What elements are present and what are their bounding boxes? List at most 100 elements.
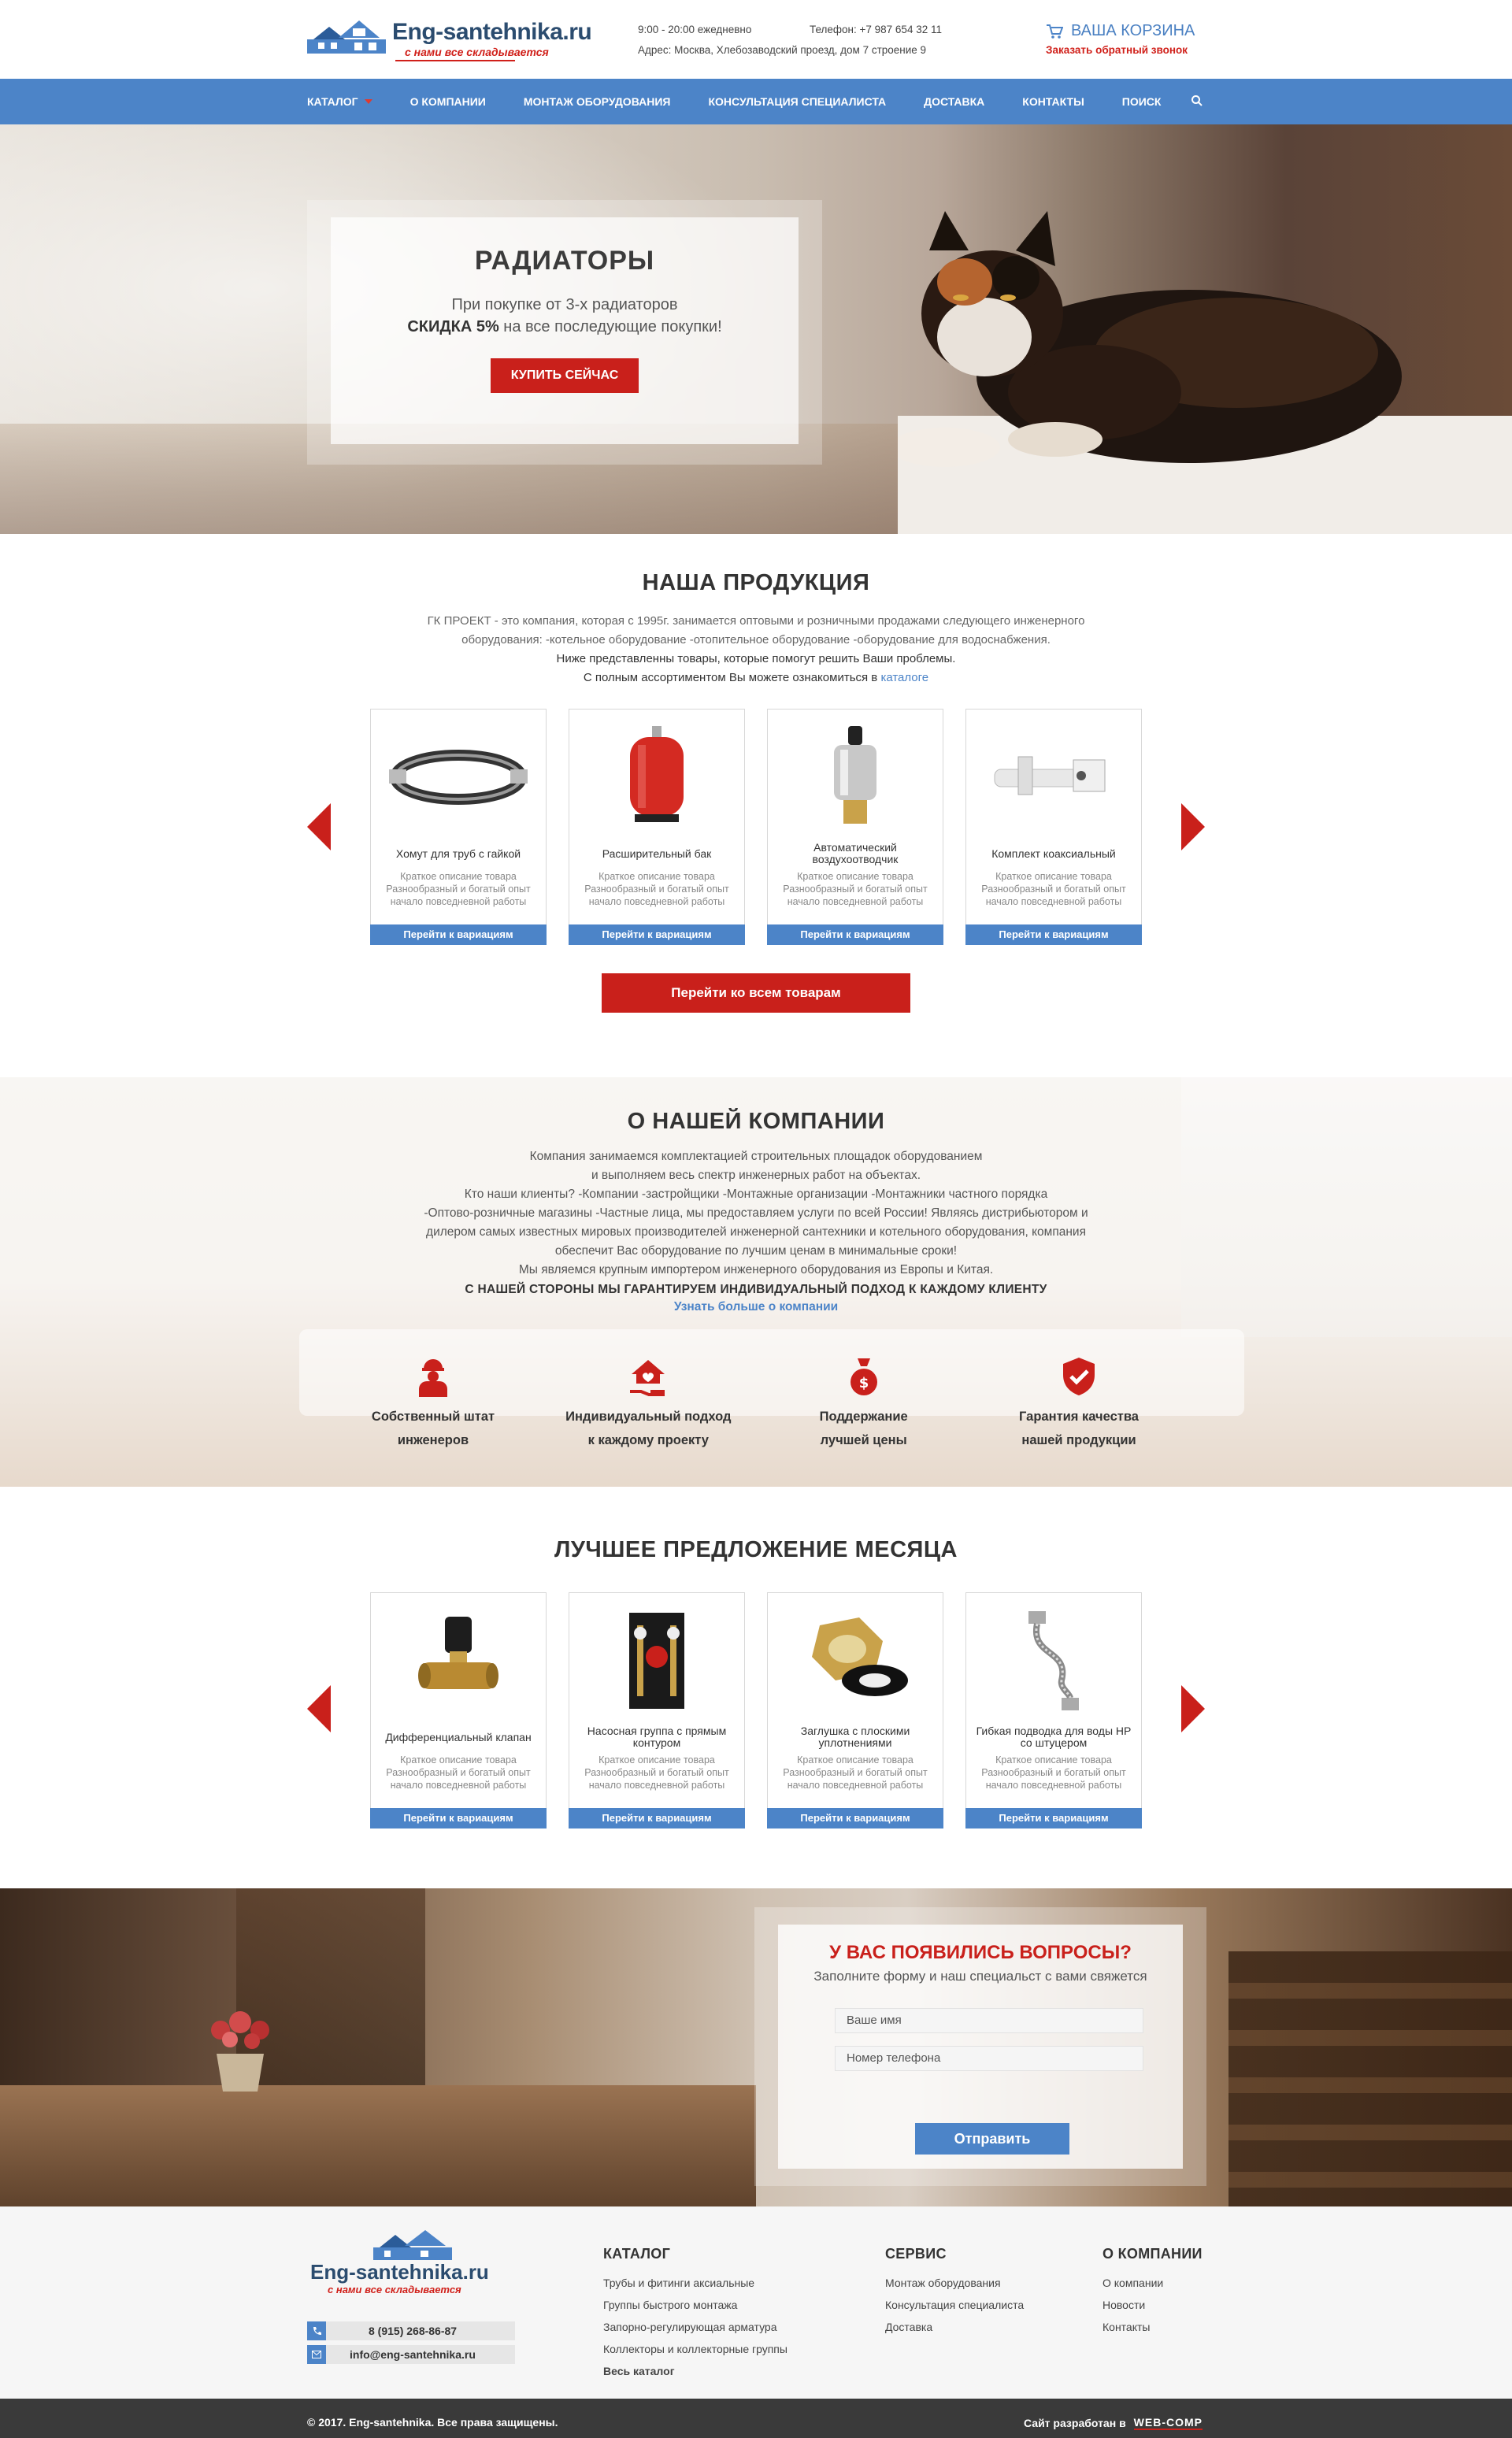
nav-item-installation[interactable]: МОНТАЖ ОБОРУДОВАНИЯ [524,95,671,108]
search-icon[interactable] [1191,94,1203,107]
product-variations-button[interactable]: Перейти к вариациям [767,1808,943,1828]
product-card[interactable]: Гибкая подводка для воды НР со штуцером … [965,1592,1142,1828]
product-variations-button[interactable]: Перейти к вариациям [569,924,745,945]
best-next-arrow[interactable] [1181,1685,1205,1732]
footer-company-link[interactable]: Контакты [1102,2316,1203,2338]
feature-price: $ Поддержание лучшей цены [769,1353,958,1452]
product-card[interactable]: Заглушка с плоскими уплотнениями Краткое… [767,1592,943,1828]
hero-promo-box: РАДИАТОРЫ При покупке от 3-х радиаторов … [307,200,822,465]
footer-service-link[interactable]: Монтаж оборудования [885,2272,1024,2294]
callback-link[interactable]: Заказать обратный звонок [1046,44,1188,56]
about-title: О НАШЕЙ КОМПАНИИ [627,1109,885,1134]
feature-quality: Гарантия качества нашей продукции [984,1353,1173,1452]
question-form-box: У ВАС ПОЯВИЛИСЬ ВОПРОСЫ? Заполните форму… [754,1907,1206,2186]
svg-text:$: $ [858,1375,869,1391]
header-address: Адрес: Москва, Хлебозаводский проезд, до… [638,44,927,56]
header-phone[interactable]: Телефон: +7 987 654 32 11 [810,24,942,35]
product-variations-button[interactable]: Перейти к вариациям [569,1808,745,1828]
product-desc: Краткое описание товара Разнообразный и … [584,871,729,907]
footer-catalog-title: КАТАЛОГ [603,2246,671,2262]
footer-catalog-link[interactable]: Группы быстрого монтажа [603,2294,788,2316]
product-variations-button[interactable]: Перейти к вариациям [965,1808,1142,1828]
product-card[interactable]: Насосная группа с прямым контуром Кратко… [569,1592,745,1828]
product-card[interactable]: Расширительный бак Краткое описание това… [569,709,745,945]
products-intro: ГК ПРОЕКТ - это компания, которая с 1995… [378,612,1134,687]
about-section: О НАШЕЙ КОМПАНИИ Компания занимаемся ком… [0,1077,1512,1487]
cart-label: ВАША КОРЗИНА [1071,22,1195,39]
working-hours: 9:00 - 20:00 ежедневно [638,24,752,35]
product-name: Автоматический воздухоотводчик [812,841,899,865]
table-image [0,2085,756,2206]
product-desc: Краткое описание товара Разнообразный и … [584,1754,729,1791]
product-variations-button[interactable]: Перейти к вариациям [370,924,547,945]
best-offer-cards: Дифференциальный клапан Краткое описание… [370,1592,1142,1828]
site-header: Eng-santehnika.ru с нами все складываетс… [0,0,1512,79]
product-card[interactable]: Автоматический воздухоотводчик Краткое о… [767,709,943,945]
product-card[interactable]: Дифференциальный клапан Краткое описание… [370,1592,547,1828]
feature-engineers: Собственный штат инженеров [339,1353,528,1452]
best-offer-title: ЛУЧШЕЕ ПРЕДЛОЖЕНИЕ МЕСЯЦА [554,1537,958,1562]
flower-vase-image [211,2011,269,2092]
footer-service-link[interactable]: Доставка [885,2316,1024,2338]
footer-catalog: КАТАЛОГ Трубы и фитинги аксиальные Групп… [603,2246,788,2382]
products-cards: Хомут для труб с гайкой Краткое описание… [370,709,1142,945]
differential-valve-image [418,1617,498,1689]
site-logo[interactable]: Eng-santehnika.ru с нами все складываетс… [307,17,606,61]
products-prev-arrow[interactable] [307,803,331,850]
product-variations-button[interactable]: Перейти к вариациям [370,1808,547,1828]
submit-button[interactable]: Отправить [915,2123,1069,2155]
footer-catalog-all-link[interactable]: Весь каталог [603,2360,788,2382]
products-section: НАША ПРОДУКЦИЯ ГК ПРОЕКТ - это компания,… [0,534,1512,1077]
product-card[interactable]: Комплект коаксиальный Краткое описание т… [965,709,1142,945]
hero-discount: СКИДКА 5% [407,318,499,335]
footer-logo[interactable]: Eng-santehnika.ru с нами все складываетс… [310,2229,518,2295]
footer-service-link[interactable]: Консультация специалиста [885,2294,1024,2316]
nav-item-search[interactable]: ПОИСК [1122,95,1162,108]
footer-catalog-link[interactable]: Запорно-регулирующая арматура [603,2316,788,2338]
site-footer: Eng-santehnika.ru с нами все складываетс… [0,2206,1512,2399]
nav-item-about[interactable]: О КОМПАНИИ [410,95,486,108]
hero-line-2-text: на все последующие покупки! [498,318,722,335]
cart-link[interactable]: ВАША КОРЗИНА [1046,22,1195,40]
footer-company-link[interactable]: Новости [1102,2294,1203,2316]
best-prev-arrow[interactable] [307,1685,331,1732]
developer-credit[interactable]: Сайт разработан в WEB-COMP [1024,2416,1203,2430]
cart-icon [1047,24,1063,39]
nav-item-consultation[interactable]: КОНСУЛЬТАЦИЯ СПЕЦИАЛИСТА [708,95,886,108]
hero-line-1: При покупке от 3-х радиаторов [451,296,678,313]
about-guarantee: С НАШЕЙ СТОРОНЫ МЫ ГАРАНТИРУЕМ ИНДИВИДУА… [465,1283,1047,1296]
products-intro-4: С полным ассортиментом Вы можете ознаком… [583,671,929,684]
products-next-arrow[interactable] [1181,803,1205,850]
house-logo-icon [373,2230,452,2260]
nav-item-contacts[interactable]: КОНТАКТЫ [1022,95,1084,108]
nav-item-catalog[interactable]: КАТАЛОГ [307,95,372,108]
air-vent-image [834,726,876,824]
money-bag-icon: $ [850,1358,877,1395]
footer-catalog-link[interactable]: Трубы и фитинги аксиальные [603,2272,788,2294]
product-variations-button[interactable]: Перейти к вариациям [965,924,1142,945]
best-offer-section: ЛУЧШЕЕ ПРЕДЛОЖЕНИЕ МЕСЯЦА Дифференциальн… [0,1487,1512,1888]
product-desc: Краткое описание товара Разнообразный и … [386,871,531,907]
all-products-button[interactable]: Перейти ко всем товарам [602,973,910,1013]
hero-promo-inner: РАДИАТОРЫ При покупке от 3-х радиаторов … [331,217,799,444]
product-name: Хомут для труб с гайкой [395,847,521,860]
product-card[interactable]: Хомут для труб с гайкой Краткое описание… [370,709,547,945]
footer-company-link[interactable]: О компании [1102,2272,1203,2294]
footer-phone[interactable]: 8 (915) 268-86-87 [307,2321,515,2340]
name-input[interactable]: Ваше имя [835,2008,1143,2033]
product-variations-button[interactable]: Перейти к вариациям [767,924,943,945]
logo-brand: Eng-santehnika.ru [392,19,592,45]
about-more-link[interactable]: Узнать больше о компании [0,1300,1512,1314]
nav-item-delivery[interactable]: ДОСТАВКА [924,95,984,108]
phone-input[interactable]: Номер телефона [835,2046,1143,2071]
buy-now-button[interactable]: КУПИТЬ СЕЙЧАС [490,358,639,393]
product-desc: Краткое описание товара Разнообразный и … [783,871,928,907]
footer-catalog-link[interactable]: Коллекторы и коллекторные группы [603,2338,788,2360]
footer-company-title: О КОМПАНИИ [1102,2246,1203,2262]
footer-tagline: с нами все складывается [328,2284,461,2295]
question-form: У ВАС ПОЯВИЛИСЬ ВОПРОСЫ? Заполните форму… [778,1925,1183,2169]
footer-email[interactable]: info@eng-santehnika.ru [307,2345,515,2364]
products-intro-2: оборудования: -котельное оборудование -о… [461,633,1051,647]
catalog-link[interactable]: каталоге [880,671,928,684]
bottom-bar: © 2017. Eng-santehnika. Все права защище… [0,2399,1512,2438]
